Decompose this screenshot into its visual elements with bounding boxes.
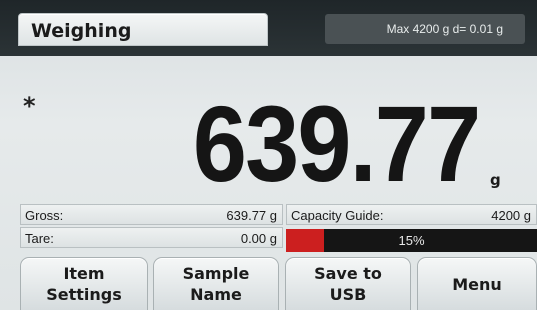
gross-value: 639.77 g: [226, 208, 277, 223]
tare-label: Tare:: [25, 231, 54, 246]
capacity-value: 4200 g: [491, 208, 531, 223]
sample-name-label-line2: Name: [190, 285, 242, 304]
save-to-usb-label-line2: USB: [329, 285, 367, 304]
weight-unit[interactable]: g: [490, 171, 501, 189]
gross-label: Gross:: [25, 208, 64, 223]
menu-button[interactable]: Menu: [417, 257, 537, 310]
sample-name-label-line1: Sample: [182, 264, 250, 283]
item-settings-label-line1: Item: [63, 264, 105, 283]
capacity-spec-text: Max 4200 g d= 0.01 g: [386, 22, 503, 36]
capacity-label: Capacity Guide:: [291, 208, 384, 223]
item-settings-button[interactable]: Item Settings: [20, 257, 148, 310]
gross-row: Gross: 639.77 g: [20, 204, 283, 225]
item-settings-label-line2: Settings: [46, 285, 122, 304]
capacity-percent: 15%: [398, 233, 425, 248]
weight-reading: 639.77: [192, 83, 481, 204]
tare-value: 0.00 g: [240, 231, 277, 246]
stability-indicator: *: [23, 92, 36, 120]
mode-title: Weighing: [31, 20, 132, 42]
capacity-spec-box: Max 4200 g d= 0.01 g: [325, 14, 525, 44]
save-to-usb-button[interactable]: Save to USB: [285, 257, 411, 310]
sample-name-button[interactable]: Sample Name: [153, 257, 279, 310]
menu-label: Menu: [452, 275, 502, 294]
mode-title-box[interactable]: Weighing: [18, 13, 268, 46]
save-to-usb-label-line1: Save to: [314, 264, 382, 283]
tare-row: Tare: 0.00 g: [20, 227, 283, 248]
top-bar: Weighing Max 4200 g d= 0.01 g: [0, 0, 537, 56]
capacity-bar: 15%: [286, 229, 537, 252]
capacity-guide-row: Capacity Guide: 4200 g: [286, 204, 537, 225]
